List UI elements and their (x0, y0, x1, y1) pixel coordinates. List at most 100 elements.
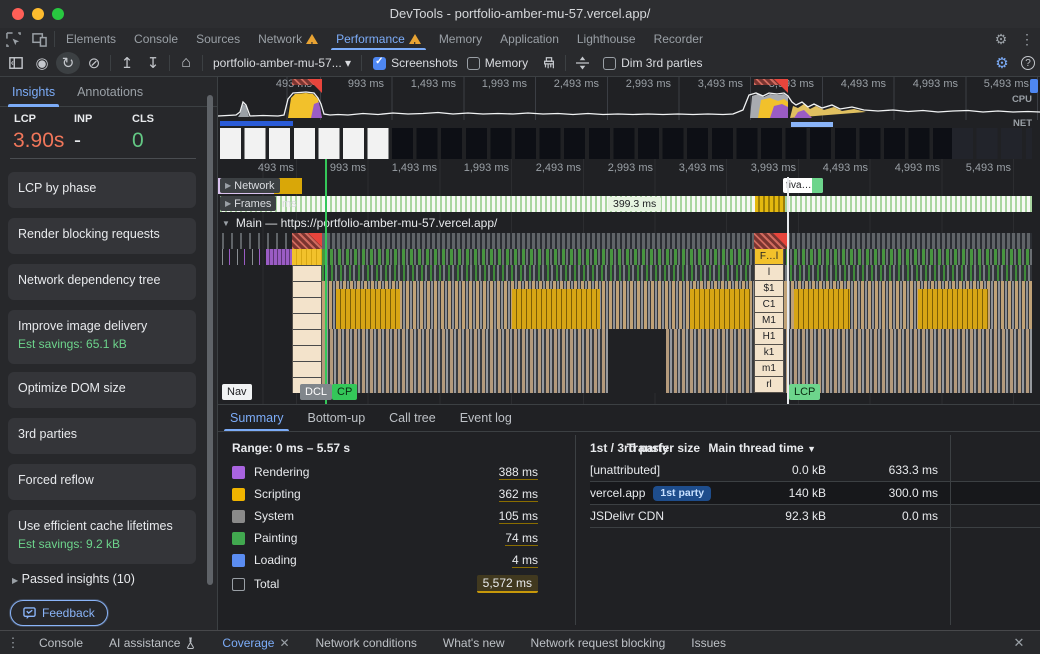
table-row-selected[interactable]: vercel.app 1st party 140 kB 300.0 ms (590, 482, 1040, 505)
stack-frame[interactable]: k1 (754, 345, 784, 361)
stack-frame[interactable]: rl (754, 377, 784, 393)
reload-and-record-icon[interactable]: ↻ (56, 52, 80, 74)
ruler-tick: 2,993 ms (601, 78, 671, 90)
network-request-chip[interactable]: fiva… (783, 178, 823, 193)
timeline-scrollbar[interactable] (1030, 79, 1038, 93)
insight-card-cache-lifetimes[interactable]: Use efficient cache lifetimesEst savings… (8, 510, 196, 564)
flame-scripting-block[interactable] (292, 249, 322, 265)
filmstrip-frames-late[interactable] (952, 128, 1032, 159)
flame-row[interactable] (322, 249, 1032, 265)
garbage-collect-icon[interactable] (537, 52, 561, 74)
cp-marker[interactable]: CP (332, 384, 357, 400)
drawer-tab-issues[interactable]: Issues (678, 636, 739, 650)
table-row[interactable]: [unattributed] 0.0 kB 633.3 ms (590, 459, 1040, 482)
insight-card-image-delivery[interactable]: Improve image deliveryEst savings: 65.1 … (8, 310, 196, 364)
flame-rows-deep[interactable] (322, 329, 1032, 393)
insight-card-forced-reflow[interactable]: Forced reflow (8, 464, 196, 500)
ruler-tick: 1,493 ms (367, 162, 437, 174)
stack-frame[interactable]: m1 (754, 361, 784, 377)
tab-performance[interactable]: Performance (327, 28, 430, 50)
scripting-patch (690, 289, 750, 329)
legend-loading: Loading4 ms (232, 549, 538, 571)
drawer-tab-console[interactable]: Console (26, 636, 96, 650)
insight-card-dom-size[interactable]: Optimize DOM size (8, 372, 196, 408)
clear-icon[interactable]: ⊘ (82, 52, 106, 74)
target-selector-dropdown[interactable]: portfolio-amber-mu-57... ▾ (207, 56, 357, 70)
divider (202, 55, 203, 71)
toggle-sidebar-icon[interactable] (4, 52, 28, 74)
tab-console[interactable]: Console (125, 28, 187, 50)
tab-call-tree[interactable]: Call tree (389, 405, 436, 431)
devtools-window: DevTools - portfolio-amber-mu-57.vercel.… (0, 0, 1040, 654)
table-header-main-thread-time[interactable]: Main thread time ▼ (708, 441, 816, 455)
lcp-marker[interactable]: LCP (789, 384, 820, 400)
drawer-tab-whats-new[interactable]: What's new (430, 636, 518, 650)
drawer-tab-ai-assistance[interactable]: AI assistance (96, 636, 209, 650)
stack-frame[interactable]: H1 (754, 329, 784, 345)
sidebar-scrollbar[interactable] (207, 95, 213, 585)
flame-row[interactable] (322, 265, 1032, 281)
stack-frame[interactable]: C1 (754, 297, 784, 313)
stack-frame[interactable]: F…l (754, 249, 784, 265)
filmstrip-frames[interactable] (392, 128, 952, 159)
tab-recorder[interactable]: Recorder (645, 28, 712, 50)
network-track-toggle[interactable]: ▶Network (220, 178, 280, 193)
dim-3rd-parties-checkbox[interactable]: Dim 3rd parties (603, 56, 702, 70)
device-toolbar-icon[interactable] (26, 28, 52, 50)
flame-task-row[interactable] (322, 233, 1032, 249)
feedback-button[interactable]: Feedback (10, 600, 108, 626)
stack-frame[interactable]: M1 (754, 313, 784, 329)
tab-bottom-up[interactable]: Bottom-up (307, 405, 365, 431)
more-options-icon[interactable]: ⋮ (1014, 28, 1040, 50)
long-task-hatch[interactable] (292, 233, 322, 249)
frames-track-toggle[interactable]: ▶Frames (220, 196, 276, 211)
passed-insights-toggle[interactable]: ▶ Passed insights (10) (12, 572, 135, 586)
tab-lighthouse[interactable]: Lighthouse (568, 28, 645, 50)
dropped-frame-segment (755, 196, 785, 212)
call-stack-column[interactable] (292, 265, 322, 393)
close-drawer-icon[interactable]: ✕ (1006, 632, 1032, 654)
dcl-marker[interactable]: DCL (300, 384, 332, 400)
drawer-tab-network-request-blocking[interactable]: Network request blocking (518, 636, 679, 650)
insight-card-network-dependency[interactable]: Network dependency tree (8, 264, 196, 300)
inspect-icon[interactable] (0, 28, 26, 50)
home-icon[interactable]: ⌂ (174, 52, 198, 74)
collapse-sections-icon[interactable] (570, 52, 594, 74)
download-profile-icon[interactable]: ↧ (141, 52, 165, 74)
tab-annotations[interactable]: Annotations (77, 77, 143, 107)
record-icon[interactable]: ◉ (30, 52, 54, 74)
table-row[interactable]: JSDelivr CDN 92.3 kB 0.0 ms (590, 505, 1040, 528)
tab-application[interactable]: Application (491, 28, 568, 50)
capture-settings-gear-icon[interactable]: ⚙ (990, 52, 1014, 74)
drawer-more-icon[interactable]: ⋮ (0, 632, 26, 654)
table-header-transfer-size[interactable]: Transfer size (627, 441, 700, 455)
insight-card-render-blocking[interactable]: Render blocking requests (8, 218, 196, 254)
tab-event-log[interactable]: Event log (460, 405, 512, 431)
stack-frame[interactable]: $1 (754, 281, 784, 297)
filmstrip-blank-frames[interactable] (220, 128, 392, 159)
cpu-overview-chart[interactable] (218, 90, 1040, 120)
upload-profile-icon[interactable]: ↥ (115, 52, 139, 74)
tab-network[interactable]: Network (249, 28, 327, 50)
tab-elements[interactable]: Elements (57, 28, 125, 50)
screenshots-checkbox[interactable]: Screenshots (373, 56, 458, 70)
stack-frame[interactable]: l (754, 265, 784, 281)
help-icon[interactable]: ? (1016, 52, 1040, 74)
long-task-hatch[interactable] (754, 233, 787, 249)
main-thread-toggle[interactable]: ▼Main — https://portfolio-amber-mu-57.ve… (222, 216, 497, 230)
insight-card-3rd-parties[interactable]: 3rd parties (8, 418, 196, 454)
insight-card-lcp-by-phase[interactable]: LCP by phase (8, 172, 196, 208)
nav-marker[interactable]: Nav (222, 384, 252, 400)
close-coverage-icon[interactable]: ✕ (279, 636, 289, 650)
divider (950, 435, 951, 625)
tab-sources[interactable]: Sources (187, 28, 249, 50)
call-stack-frames[interactable]: F…l l $1 C1 M1 H1 k1 m1 rl (754, 249, 784, 393)
tab-memory[interactable]: Memory (430, 28, 491, 50)
tab-summary[interactable]: Summary (230, 405, 283, 431)
tab-insights[interactable]: Insights (12, 77, 55, 107)
flame-rendering-block[interactable] (266, 249, 292, 265)
drawer-tab-coverage[interactable]: Coverage✕ (209, 636, 302, 650)
memory-checkbox[interactable]: Memory (467, 56, 528, 70)
drawer-tab-network-conditions[interactable]: Network conditions (303, 636, 430, 650)
settings-gear-icon[interactable]: ⚙ (988, 28, 1014, 50)
